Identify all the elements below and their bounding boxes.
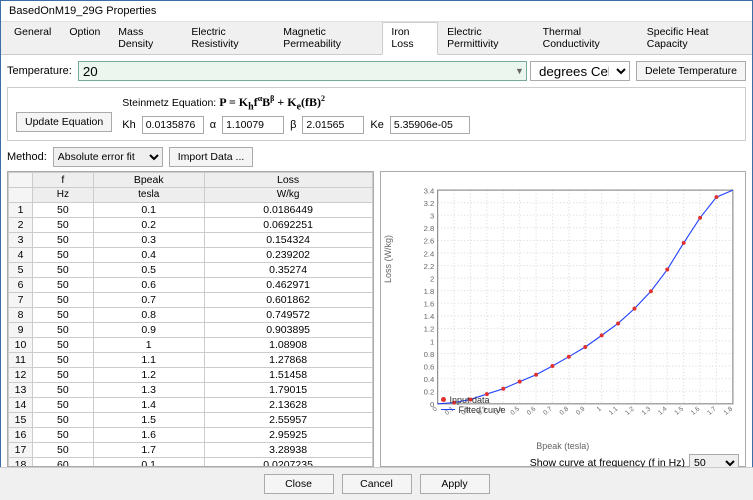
table-row[interactable]: 5500.50.35274 [9,263,373,278]
svg-text:2.2: 2.2 [423,262,434,271]
chart-xlabel: Bpeak (tesla) [381,441,746,451]
kh-label: Kh [122,119,135,131]
table-row[interactable]: 4500.40.239202 [9,248,373,263]
svg-text:0.6: 0.6 [423,363,434,372]
table-row[interactable]: 12501.21.51458 [9,368,373,383]
tab-electric-resistivity[interactable]: Electric Resistivity [182,22,274,54]
alpha-label: α [210,119,216,131]
svg-text:1.2: 1.2 [423,325,434,334]
svg-text:0.9: 0.9 [575,406,587,417]
svg-text:2.6: 2.6 [423,237,434,246]
svg-text:0.8: 0.8 [558,406,570,417]
chevron-down-icon[interactable]: ▼ [515,66,524,76]
table-row[interactable]: 6500.60.462971 [9,278,373,293]
temperature-label: Temperature: [7,65,72,77]
close-button[interactable]: Close [264,474,334,494]
svg-text:1.7: 1.7 [706,406,718,417]
svg-text:2: 2 [430,275,434,284]
method-label: Method: [7,151,47,163]
svg-text:0: 0 [431,406,439,414]
dialog-button-bar: Close Cancel Apply [0,467,753,500]
svg-text:1.4: 1.4 [423,313,434,322]
svg-text:0.7: 0.7 [542,406,554,417]
window-title: BasedOnM19_29G Properties [1,1,752,22]
svg-text:1.6: 1.6 [689,406,701,417]
table-row[interactable]: 1500.10.0186449 [9,203,373,218]
ke-label: Ke [370,119,383,131]
method-select[interactable]: Absolute error fit [53,147,163,167]
table-row[interactable]: 105011.08908 [9,338,373,353]
table-row[interactable]: 7500.70.601862 [9,293,373,308]
kh-input[interactable] [142,116,204,134]
chart-legend: Input data Fitted curve [441,395,506,415]
table-row[interactable]: 11501.11.27868 [9,353,373,368]
table-row[interactable]: 15501.52.55957 [9,413,373,428]
svg-text:0.4: 0.4 [423,375,434,384]
steinmetz-formula: P = KhfαBβ + Ke(fB)2 [219,95,325,109]
temperature-unit-select[interactable]: degrees Celsius [530,61,630,81]
svg-text:0.6: 0.6 [525,406,537,417]
svg-text:1.3: 1.3 [640,406,652,417]
svg-text:2.4: 2.4 [423,250,434,259]
svg-text:0.8: 0.8 [423,350,434,359]
svg-text:1.4: 1.4 [657,406,669,417]
svg-text:1.8: 1.8 [423,287,434,296]
svg-text:3.2: 3.2 [423,199,434,208]
tab-general[interactable]: General [5,22,60,54]
table-row[interactable]: 3500.30.154324 [9,233,373,248]
svg-text:2.8: 2.8 [423,225,434,234]
chart-ylabel: Loss (W/kg) [383,235,393,283]
svg-text:0.2: 0.2 [423,388,434,397]
tab-thermal-conductivity[interactable]: Thermal Conductivity [534,22,638,54]
table-row[interactable]: 9500.90.903895 [9,323,373,338]
svg-text:1.5: 1.5 [673,406,685,417]
svg-text:0.5: 0.5 [509,406,521,417]
chart-panel: Loss (W/kg) 0 0.2 0.4 0.6 0.8 1 1.2 1.4 1.6 1.8 2 2… [380,171,747,467]
svg-text:1: 1 [430,338,434,347]
ke-input[interactable] [390,116,470,134]
steinmetz-label: Steinmetz Equation: [122,97,216,109]
svg-text:3.4: 3.4 [423,187,434,196]
table-row[interactable]: 13501.31.79015 [9,383,373,398]
apply-button[interactable]: Apply [420,474,490,494]
tab-electric-permittivity[interactable]: Electric Permittivity [438,22,533,54]
delete-temperature-button[interactable]: Delete Temperature [636,61,746,81]
tab-option[interactable]: Option [60,22,109,54]
table-row[interactable]: 17501.73.28938 [9,443,373,458]
tab-panel-ironloss: Temperature: ▼ degrees Celsius Delete Te… [1,55,752,473]
svg-text:1: 1 [595,406,603,414]
svg-text:1.2: 1.2 [624,406,636,417]
tab-strip: GeneralOptionMass DensityElectric Resist… [1,22,752,55]
data-table[interactable]: fBpeakLossHzteslaW/kg1500.10.01864492500… [7,171,374,467]
tab-iron-loss[interactable]: Iron Loss [382,22,438,55]
svg-text:1.6: 1.6 [423,300,434,309]
tab-mass-density[interactable]: Mass Density [109,22,182,54]
beta-input[interactable] [302,116,364,134]
cancel-button[interactable]: Cancel [342,474,412,494]
import-data-button[interactable]: Import Data ... [169,147,254,167]
table-row[interactable]: 18600.10.0207235 [9,458,373,468]
table-row[interactable]: 14501.42.13628 [9,398,373,413]
update-equation-button[interactable]: Update Equation [16,112,112,132]
svg-text:3: 3 [430,212,434,221]
table-row[interactable]: 8500.80.749572 [9,308,373,323]
temperature-input[interactable] [78,61,527,81]
tab-magnetic-permeability[interactable]: Magnetic Permeability [274,22,382,54]
beta-label: β [290,119,296,131]
svg-text:1.1: 1.1 [607,406,619,417]
table-row[interactable]: 2500.20.0692251 [9,218,373,233]
svg-text:1.8: 1.8 [722,406,734,417]
tab-specific-heat-capacity[interactable]: Specific Heat Capacity [638,22,748,54]
alpha-input[interactable] [222,116,284,134]
table-row[interactable]: 16501.62.95925 [9,428,373,443]
